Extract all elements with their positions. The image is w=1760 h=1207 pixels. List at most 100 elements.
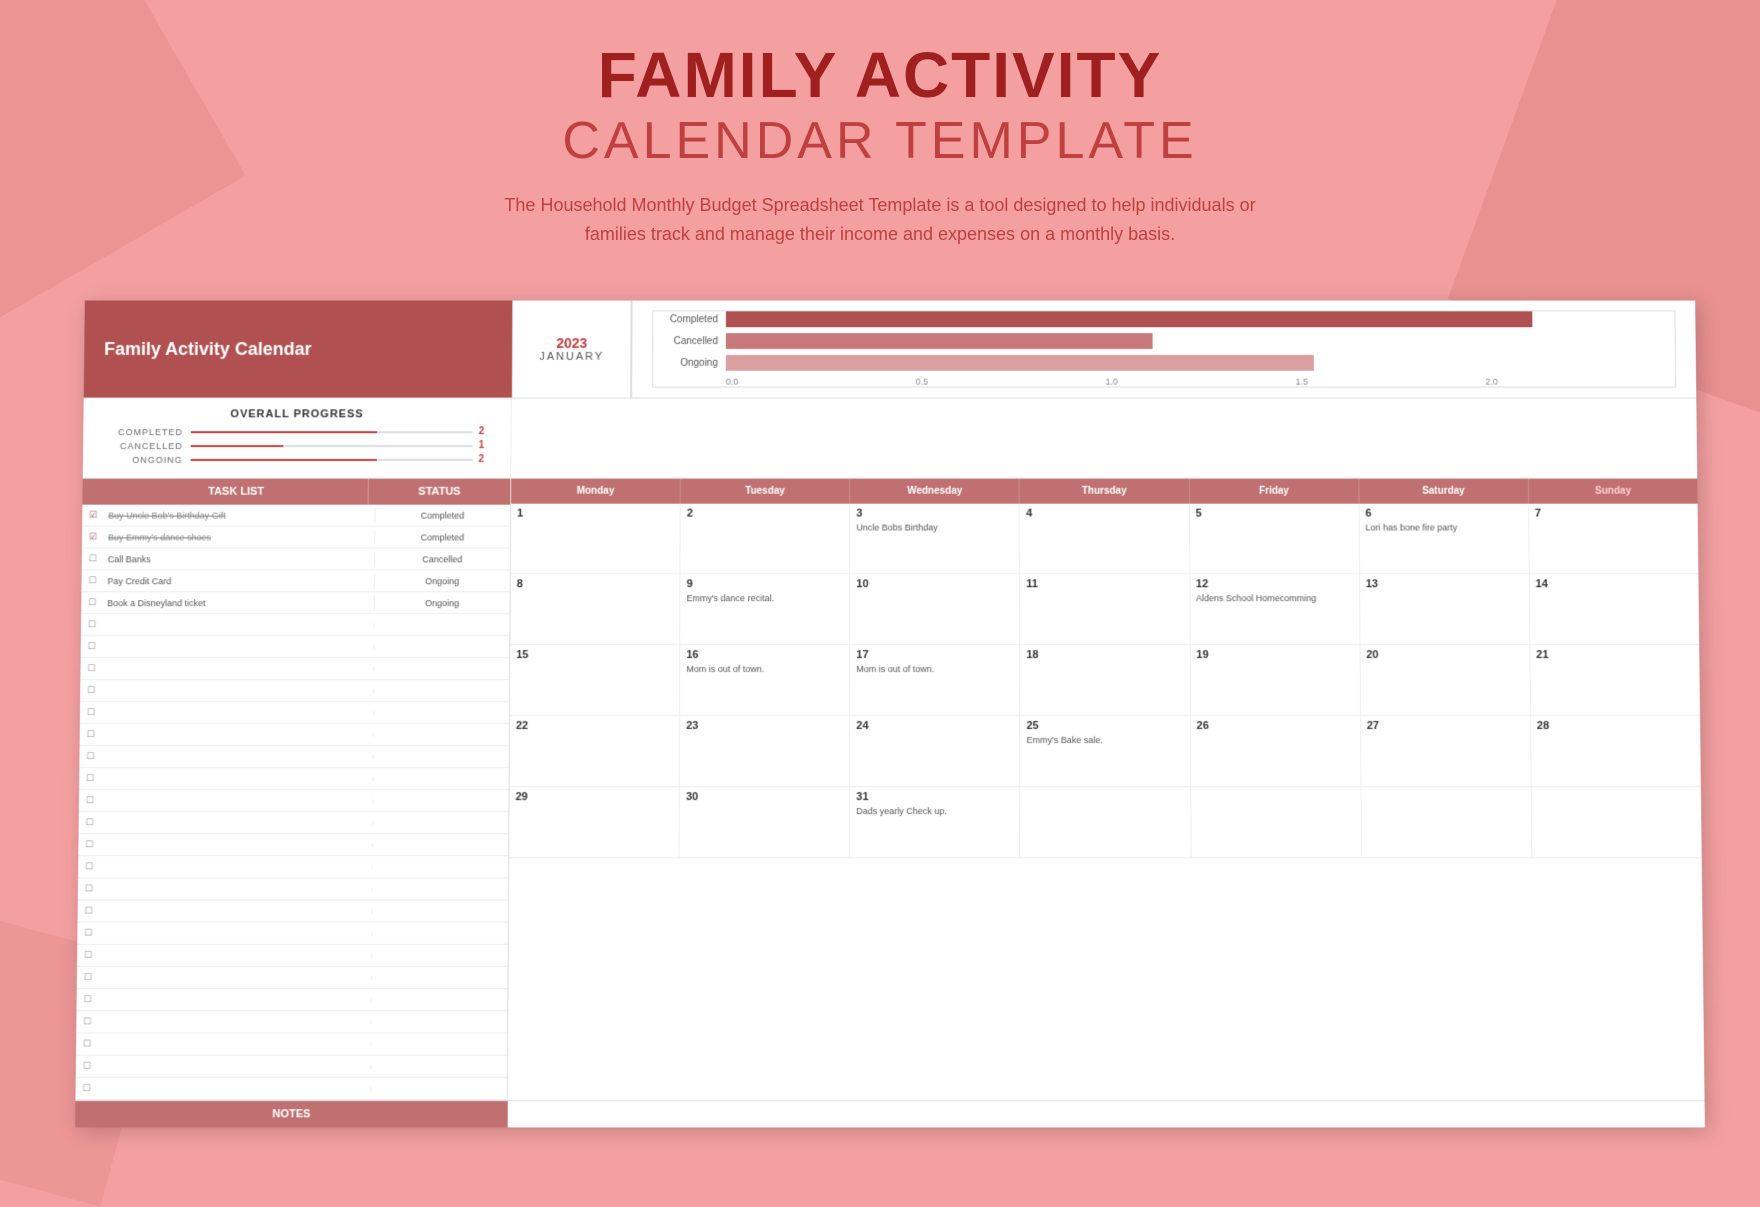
cal-day: 7 — [1528, 504, 1698, 574]
cal-day-num: 29 — [516, 791, 673, 803]
task-check[interactable]: ☐ — [76, 1017, 98, 1028]
axis-1: 1.0 — [1106, 377, 1296, 387]
cal-day: 27 — [1360, 716, 1531, 786]
cal-day — [1020, 787, 1191, 857]
chart-bar-ongoing — [726, 355, 1315, 371]
cal-day — [1190, 787, 1361, 857]
task-status — [370, 998, 507, 1002]
cal-day: 23 — [679, 716, 849, 786]
task-name — [102, 711, 373, 715]
progress-bar-cancelled-fill — [191, 445, 284, 447]
progress-left: OVERALL PROGRESS COMPLETED 2 CANCELLED 1… — [83, 399, 512, 478]
task-check[interactable]: ☐ — [81, 641, 103, 652]
task-check[interactable]: ☐ — [75, 1083, 97, 1094]
cal-day: 13 — [1359, 575, 1529, 645]
task-check[interactable]: ☐ — [79, 751, 101, 762]
cal-day-num: 13 — [1366, 579, 1523, 591]
cal-day-event: Mom is out of town. — [856, 664, 1013, 676]
task-check[interactable]: ☐ — [81, 576, 103, 587]
cal-day-event: Lori has bone fire party — [1365, 523, 1522, 535]
cal-day-event: Dads yearly Check up. — [856, 806, 1013, 818]
progress-cancelled-label: CANCELLED — [103, 441, 183, 451]
task-status — [373, 711, 509, 715]
task-check[interactable]: ☐ — [79, 773, 101, 784]
chart-bar-cancelled-container — [726, 334, 1675, 350]
cal-day-num: 22 — [516, 720, 673, 732]
task-row: ☑Buy Uncle Bob's Birthday GiftCompleted — [82, 505, 510, 527]
task-check[interactable]: ☐ — [79, 795, 101, 806]
task-check[interactable]: ☐ — [82, 554, 104, 565]
task-check[interactable]: ☐ — [78, 840, 100, 851]
task-check[interactable]: ☐ — [80, 663, 102, 674]
cal-day-num: 19 — [1196, 649, 1353, 661]
axis-0: 0.0 — [726, 377, 916, 387]
task-name — [98, 1087, 370, 1091]
cal-header-friday: Friday — [1189, 479, 1359, 504]
task-name — [99, 976, 371, 980]
progress-row-cancelled: CANCELLED 1 — [103, 440, 491, 451]
task-section: TASK LIST STATUS ☑Buy Uncle Bob's Birthd… — [75, 479, 511, 1100]
task-check[interactable]: ☐ — [77, 994, 99, 1005]
cal-day — [1360, 787, 1531, 857]
cal-day-num: 8 — [517, 579, 674, 591]
cal-day-num: 11 — [1026, 579, 1183, 591]
task-check[interactable]: ☐ — [78, 884, 100, 895]
chart-bar-ongoing-container — [726, 355, 1675, 371]
task-status — [371, 865, 508, 869]
task-status — [371, 976, 508, 980]
task-check[interactable]: ☐ — [77, 928, 99, 939]
progress-ongoing-value: 2 — [478, 454, 490, 465]
task-row: ☐Book a Disneyland ticketOngoing — [81, 593, 510, 615]
task-check[interactable]: ☐ — [80, 707, 102, 718]
cal-day: 18 — [1019, 645, 1189, 715]
task-row: ☐ — [81, 636, 510, 658]
task-check[interactable]: ☐ — [76, 1039, 98, 1050]
cal-day-event: Mom is out of town. — [686, 664, 843, 676]
task-row: ☐ — [79, 746, 508, 768]
task-check[interactable]: ☐ — [79, 818, 101, 829]
progress-bar-cancelled-bg — [191, 445, 473, 447]
cal-header-monday: Monday — [511, 479, 680, 504]
year-month-block: 2023 JANUARY — [512, 301, 632, 398]
cal-day: 1 — [511, 504, 680, 574]
task-name: Buy Emmy's dance shoes — [104, 530, 374, 544]
progress-completed-label: COMPLETED — [103, 427, 183, 437]
cal-day — [1531, 787, 1702, 857]
cal-day: 26 — [1190, 716, 1361, 786]
chart-block: Completed Cancelled Ongoing — [631, 301, 1696, 398]
task-check[interactable]: ☐ — [77, 972, 99, 983]
cal-day-num: 15 — [516, 649, 673, 661]
task-check[interactable]: ☐ — [80, 685, 102, 696]
axis-2: 2.0 — [1485, 377, 1675, 387]
task-status — [370, 1065, 507, 1069]
task-status — [372, 733, 508, 737]
task-name — [102, 667, 373, 671]
task-check[interactable]: ☐ — [81, 598, 103, 609]
task-status — [372, 799, 509, 803]
cal-day-num: 3 — [856, 508, 1013, 520]
task-name: Book a Disneyland ticket — [103, 596, 373, 610]
task-status: Ongoing — [373, 596, 509, 610]
task-check[interactable]: ☐ — [80, 729, 102, 740]
cal-day: 29 — [509, 787, 679, 857]
spreadsheet: Family Activity Calendar 2023 JANUARY Co… — [75, 301, 1705, 1128]
main-content: TASK LIST STATUS ☑Buy Uncle Bob's Birthd… — [75, 479, 1704, 1100]
calendar-week: 123Uncle Bobs Birthday456Lori has bone f… — [511, 504, 1699, 575]
task-row: ☐ — [77, 923, 508, 945]
calendar-week: 89Emmy's dance recital.101112Aldens Scho… — [510, 575, 1699, 646]
cal-day-event: Uncle Bobs Birthday — [856, 523, 1013, 535]
task-check[interactable]: ☐ — [81, 620, 103, 631]
task-check[interactable]: ☐ — [77, 950, 99, 961]
cal-day-num: 5 — [1196, 508, 1353, 520]
task-check[interactable]: ☐ — [76, 1061, 98, 1072]
task-row: ☐ — [76, 1012, 507, 1034]
task-name — [100, 909, 371, 913]
task-check[interactable]: ☑ — [82, 510, 104, 521]
task-row: ☐ — [80, 702, 509, 724]
cal-day-event: Emmy's dance recital. — [686, 594, 843, 606]
task-name — [99, 954, 371, 958]
cal-day-num: 7 — [1535, 508, 1692, 520]
task-check[interactable]: ☐ — [78, 906, 100, 917]
task-check[interactable]: ☑ — [82, 532, 104, 543]
task-check[interactable]: ☐ — [78, 862, 100, 873]
